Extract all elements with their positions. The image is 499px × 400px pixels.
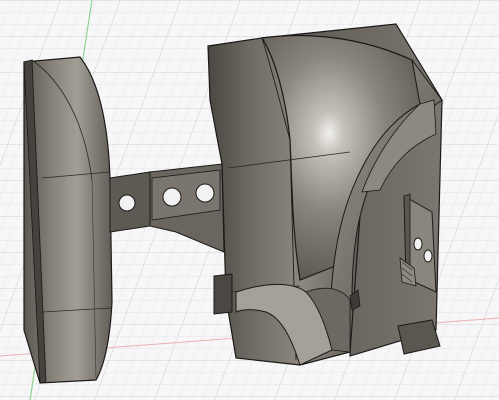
bottom-tab — [213, 273, 233, 315]
bracket-hole-icon — [118, 194, 136, 212]
mount-hole-icon — [413, 237, 423, 251]
bracket-hole-icon — [162, 187, 182, 207]
mount-hole-icon — [423, 249, 433, 263]
viewport-canvas[interactable] — [0, 0, 499, 400]
left-shell-part[interactable] — [23, 56, 113, 384]
3d-viewport[interactable] — [0, 0, 499, 400]
bracket-hole-icon — [195, 183, 215, 203]
main-housing-part[interactable] — [207, 23, 443, 366]
